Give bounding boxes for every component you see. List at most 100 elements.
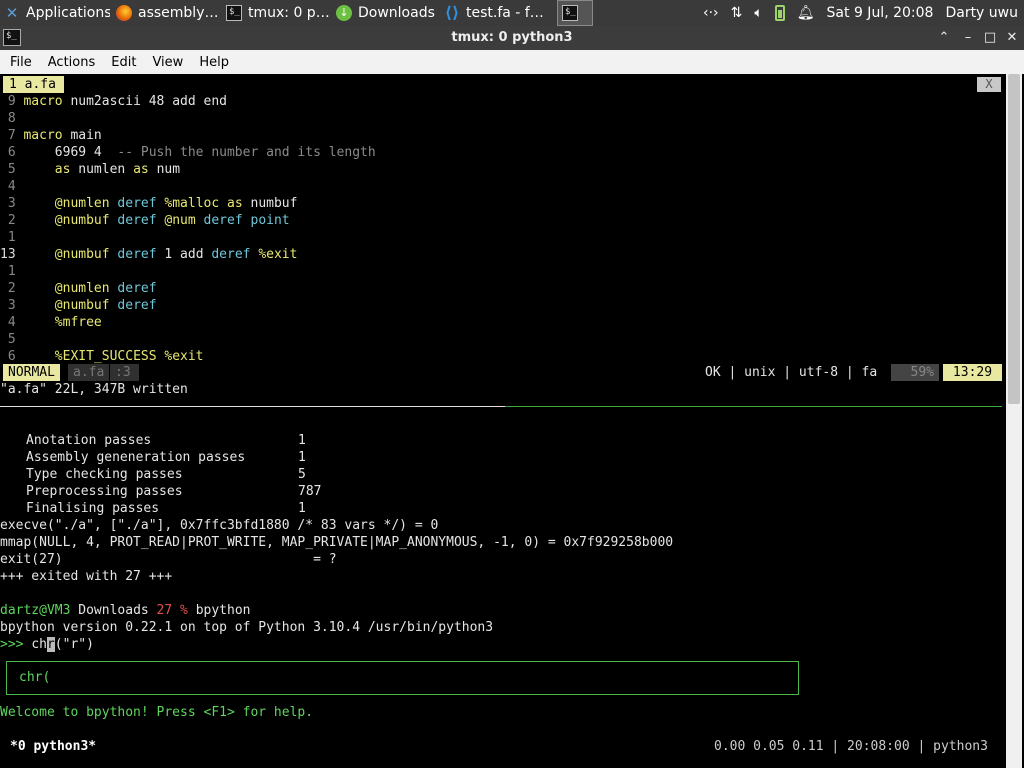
vim-tab-close-button[interactable]: X [977,77,1001,92]
tmux-window-tab[interactable]: *0 python3* [10,738,96,755]
code-line[interactable]: 5 as numlen as num [0,161,180,178]
vim-file-info: OK | unix | utf-8 | fa [705,365,878,380]
taskbar-item-downloads[interactable]: ↓ Downloads [332,1,438,25]
window-titlebar[interactable]: $_ tmux: 0 python3 ⌃ – □ ✕ [0,26,1024,50]
network-icon[interactable]: ‹·› [703,5,719,21]
code-token: deref [117,213,165,228]
code-line[interactable]: 3 @numlen deref %malloc as numbuf [0,195,298,212]
line-number: 6 [0,349,24,364]
transfer-icon[interactable]: ⇅ [731,5,743,21]
taskbar-item-firefox[interactable]: assembly… [112,1,220,25]
code-line[interactable]: 6 6969 4 -- Push the number and its leng… [0,144,376,161]
menu-edit[interactable]: Edit [103,55,144,70]
taskbar-item-vscode[interactable]: ⟨⟩ test.fa - f… [440,1,552,25]
code-token: deref [211,247,259,262]
code-token: %exit [258,247,298,262]
prompt-symbol: % [172,603,196,618]
code-token: as [54,162,79,177]
window-title: tmux: 0 python3 [451,30,573,45]
line-number: 9 [0,94,24,109]
code-line[interactable]: 4 %mfree [0,314,102,331]
code-token: deref [203,213,251,228]
code-token: deref [117,281,157,296]
close-button[interactable]: ✕ [1001,28,1023,48]
code-line[interactable]: 13 @numbuf deref 1 add deref %exit [0,246,297,263]
minimize-button[interactable]: – [957,28,979,48]
applications-label: Applications ☰ [26,5,110,21]
menubar: File Actions Edit View Help [0,50,1024,74]
code-token: deref [117,247,165,262]
chevron-up-icon[interactable]: ⌃ [933,28,955,48]
line-number: 5 [0,332,24,347]
line-number: 1 [0,264,24,279]
taskbar-item-label: Downloads [358,5,435,21]
pane-separator[interactable] [0,406,1002,407]
bell-icon[interactable]: 🔔︎ [797,5,815,21]
code-line[interactable]: 8 [0,110,23,127]
strace-line: exit(27) = ? [0,552,337,567]
tmux-status-right: 0.00 0.05 0.11 | 20:08:00 | python3 [714,739,988,754]
autocomplete-signature: chr( [19,670,51,685]
vim-tab[interactable]: 1 a.fa [3,76,64,93]
code-token: macro [23,128,71,143]
code-line[interactable]: 1 [0,263,23,280]
clock[interactable]: Sat 9 Jul, 20:08 [827,5,934,21]
applications-menu[interactable]: ✕ Applications ☰ [0,1,110,25]
bpython-welcome: Welcome to bpython! Press <F1> for help. [0,705,314,720]
python-repl-input[interactable]: >>> chr("r") [0,636,94,653]
pass-count: 1 [298,501,306,516]
code-line[interactable]: 4 [0,178,23,195]
top-panel: ✕ Applications ☰ assembly… $_ tmux: 0 p…… [0,0,1024,26]
line-number: 6 [0,145,24,160]
code-token: %EXIT_SUCCESS %exit [54,349,204,364]
menu-file[interactable]: File [2,55,40,70]
volume-icon[interactable]: 🔈︎ [754,5,762,21]
code-token: @numbuf [54,247,118,262]
menu-help[interactable]: Help [191,55,237,70]
vim-position: 13:29 [943,364,1002,381]
taskbar-item-terminal[interactable]: $_ [557,0,593,26]
user-name[interactable]: Darty uwu [945,5,1018,21]
firefox-icon [116,5,132,21]
terminal-scrollbar[interactable] [1006,74,1022,768]
code-line[interactable]: 7 macro main [0,127,102,144]
download-icon: ↓ [336,5,352,21]
pass-count: 1 [298,450,306,465]
line-number: 2 [0,281,24,296]
code-token: @numbuf [54,298,118,313]
code-line[interactable]: 5 [0,331,23,348]
system-tray: ‹·› ⇅ 🔈︎ 🔔︎ Sat 9 Jul, 20:08 Darty uwu [697,0,1024,26]
code-line[interactable]: 6 %EXIT_SUCCESS %exit [0,348,204,365]
code-line[interactable]: 2 @numlen deref [0,280,157,297]
code-token: @num [164,213,204,228]
code-token: num2ascii 48 add end [70,94,227,109]
code-line[interactable]: 2 @numbuf deref @num deref point [0,212,290,229]
terminal-icon: $_ [226,5,242,21]
taskbar-item-tmux[interactable]: $_ tmux: 0 p… [222,1,330,25]
menu-actions[interactable]: Actions [40,55,104,70]
code-token: 1 add [164,247,212,262]
autocomplete-box[interactable]: chr( [6,661,799,695]
code-line[interactable]: 1 [0,229,23,246]
code-line[interactable]: 9 macro num2ascii 48 add end [0,93,227,110]
menu-view[interactable]: View [144,55,191,70]
code-line[interactable]: 3 @numbuf deref [0,297,157,314]
taskbar-item-label: tmux: 0 p… [248,5,330,21]
code-token: deref [117,196,165,211]
prompt-user: dartz@VM3 [0,603,71,618]
vim-column: :3 [110,364,139,381]
line-number: 3 [0,196,24,211]
battery-icon[interactable] [774,5,785,21]
pass-name: Type checking passes [26,467,183,482]
line-number: 4 [0,179,24,194]
vim-mode: NORMAL [3,364,60,381]
line-number: 2 [0,213,24,228]
maximize-button[interactable]: □ [979,28,1001,48]
terminal-area[interactable]: 1 a.fa X 9 macro num2ascii 48 add end 8 … [0,74,1024,768]
scrollbar-thumb[interactable] [1008,74,1020,404]
